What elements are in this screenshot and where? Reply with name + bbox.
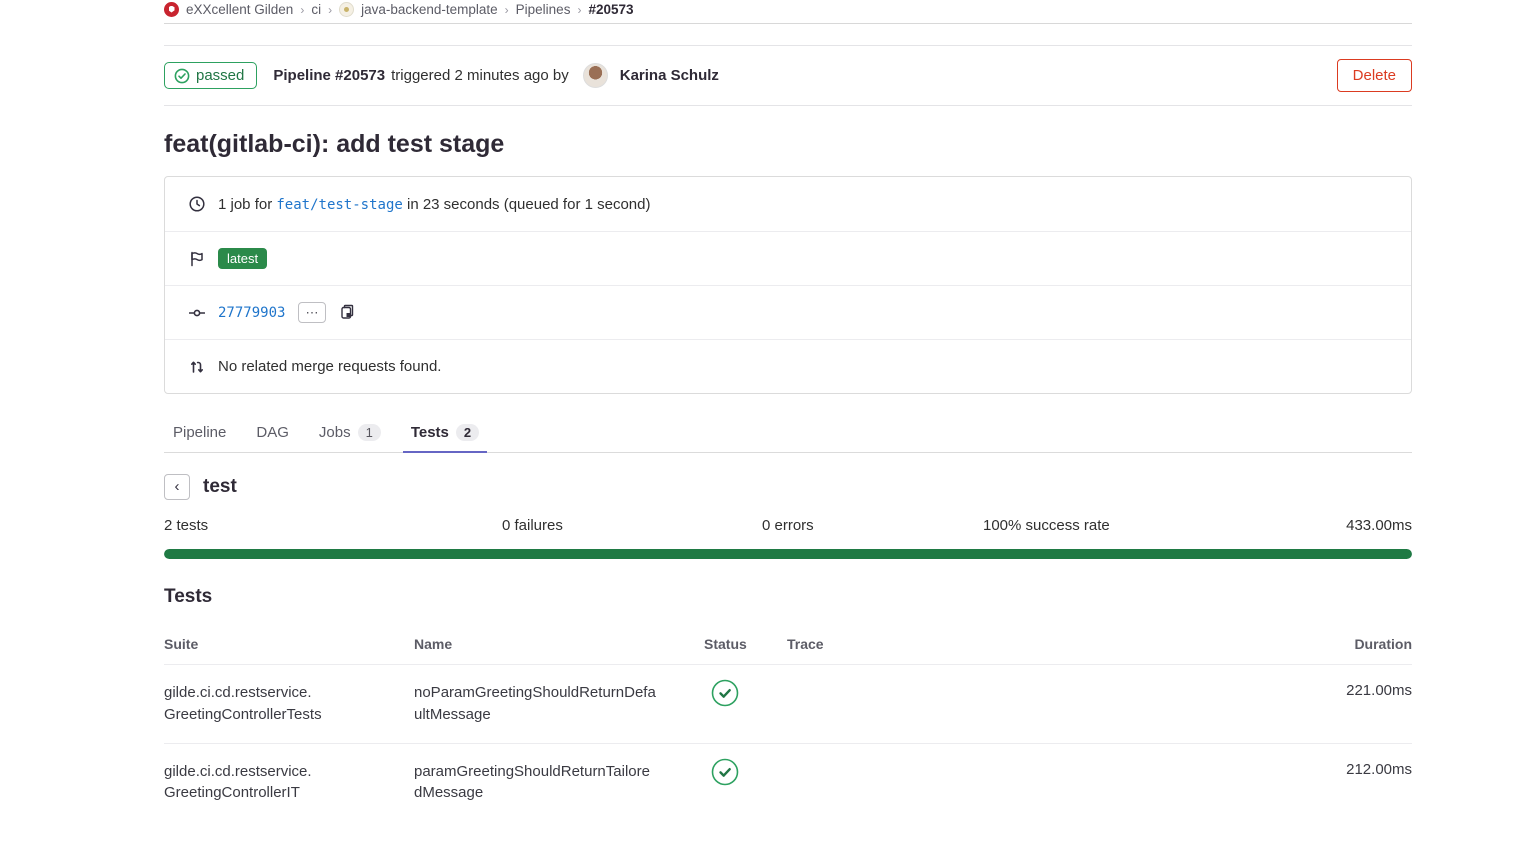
tests-count-badge: 2	[456, 424, 479, 441]
user-avatar[interactable]	[583, 63, 608, 88]
test-duration-cell: 221.00ms	[1292, 682, 1412, 699]
clock-icon	[189, 196, 205, 212]
pipeline-id: Pipeline #20573	[273, 67, 385, 84]
page-title: feat(gitlab-ci): add test stage	[164, 130, 1412, 159]
stat-total-tests: 2 tests	[164, 517, 502, 534]
pipeline-tabs: Pipeline DAG Jobs 1 Tests 2	[164, 415, 1412, 453]
commit-icon	[189, 305, 205, 321]
merge-request-row: No related merge requests found.	[165, 339, 1411, 393]
tab-tests[interactable]: Tests 2	[403, 415, 487, 452]
tab-dag[interactable]: DAG	[248, 415, 297, 452]
test-status-cell	[704, 682, 787, 711]
branch-link[interactable]: feat/test-stage	[276, 197, 402, 213]
table-row: gilde.​ci.​cd.​restservice.​GreetingCont…	[164, 665, 1412, 744]
success-progress-bar	[164, 549, 1412, 559]
job-summary-row: 1 job for feat/test-stage in 23 seconds …	[165, 177, 1411, 231]
page-container: eXXcellent Gilden › ci › java-backend-te…	[164, 0, 1412, 821]
breadcrumb: eXXcellent Gilden › ci › java-backend-te…	[164, 0, 1412, 24]
breadcrumb-subgroup[interactable]: ci	[311, 2, 321, 17]
tab-tests-label: Tests	[411, 424, 449, 441]
test-suite-name: test	[203, 476, 237, 498]
job-count-text: 1 job for	[218, 196, 272, 213]
latest-badge[interactable]: latest	[218, 248, 267, 269]
success-check-icon	[711, 758, 739, 786]
delete-button[interactable]: Delete	[1337, 59, 1412, 92]
tab-dag-label: DAG	[256, 424, 289, 441]
tab-pipeline[interactable]: Pipeline	[165, 415, 234, 452]
breadcrumb-pipelines[interactable]: Pipelines	[516, 2, 571, 17]
no-merge-requests-text: No related merge requests found.	[218, 358, 441, 375]
jobs-count-badge: 1	[358, 424, 381, 441]
merge-request-icon	[189, 359, 205, 375]
job-duration-text: in 23 seconds (queued for 1 second)	[407, 196, 651, 213]
breadcrumb-group[interactable]: eXXcellent Gilden	[186, 2, 293, 17]
author-name[interactable]: Karina Schulz	[620, 67, 719, 84]
group-avatar-icon	[164, 2, 179, 17]
column-header-name: Name	[414, 636, 704, 652]
tab-jobs[interactable]: Jobs 1	[311, 415, 389, 452]
test-suite-stats: 2 tests 0 failures 0 errors 100% success…	[164, 517, 1412, 534]
test-suite-cell: gilde.​ci.​cd.​restservice.​GreetingCont…	[164, 761, 399, 805]
table-row: gilde.​ci.​cd.​restservice.​GreetingCont…	[164, 744, 1412, 822]
tests-table-header: Suite Name Status Trace Duration	[164, 626, 1412, 665]
chevron-right-icon: ›	[505, 3, 509, 17]
column-header-trace: Trace	[787, 636, 1292, 652]
chevron-right-icon: ›	[328, 3, 332, 17]
success-check-icon	[711, 679, 739, 707]
latest-badge-row: latest	[165, 231, 1411, 285]
breadcrumb-project[interactable]: java-backend-template	[361, 2, 498, 17]
stat-errors: 0 errors	[762, 517, 983, 534]
expand-commit-button[interactable]: ⋯	[298, 302, 326, 323]
tab-pipeline-label: Pipeline	[173, 424, 226, 441]
stat-duration: 433.00ms	[1346, 517, 1412, 534]
trigger-text: triggered 2 minutes ago by	[391, 67, 569, 84]
project-avatar-icon	[339, 2, 354, 17]
copy-commit-sha-button[interactable]	[339, 304, 355, 322]
test-duration-cell: 212.00ms	[1292, 761, 1412, 778]
stat-success-rate: 100% success rate	[983, 517, 1346, 534]
tests-section-heading: Tests	[164, 586, 1412, 608]
test-status-cell	[704, 761, 787, 790]
column-header-suite: Suite	[164, 636, 414, 652]
column-header-duration: Duration	[1292, 636, 1412, 652]
pipeline-trigger-info: Pipeline #20573 triggered 2 minutes ago …	[273, 63, 719, 88]
chevron-right-icon: ›	[577, 3, 581, 17]
check-circle-icon	[174, 68, 190, 84]
clipboard-icon	[339, 304, 355, 320]
success-progress-track	[164, 549, 1412, 559]
commit-sha-link[interactable]: 27779903	[218, 305, 285, 321]
back-button[interactable]: ‹	[164, 474, 190, 500]
job-summary-text: 1 job for feat/test-stage in 23 seconds …	[218, 196, 650, 213]
test-suite-cell: gilde.​ci.​cd.​restservice.​GreetingCont…	[164, 682, 399, 726]
breadcrumb-current-pipeline: #20573	[588, 2, 633, 17]
chevron-right-icon: ›	[300, 3, 304, 17]
pipeline-status-bar: passed Pipeline #20573 triggered 2 minut…	[164, 45, 1412, 106]
test-name-cell: paramGreetingShouldReturnTailoredMessage	[414, 761, 657, 805]
flag-icon	[189, 251, 205, 267]
test-name-cell: noParamGreetingShouldReturnDefaultMessag…	[414, 682, 657, 726]
pipeline-info-card: 1 job for feat/test-stage in 23 seconds …	[164, 176, 1412, 394]
chevron-left-icon: ‹	[175, 478, 180, 495]
column-header-status: Status	[704, 636, 787, 652]
tab-jobs-label: Jobs	[319, 424, 351, 441]
commit-row: 27779903 ⋯	[165, 285, 1411, 339]
status-badge-label: passed	[196, 67, 244, 84]
status-badge[interactable]: passed	[164, 62, 257, 89]
test-suite-header: ‹ test	[164, 474, 1412, 500]
stat-failures: 0 failures	[502, 517, 762, 534]
